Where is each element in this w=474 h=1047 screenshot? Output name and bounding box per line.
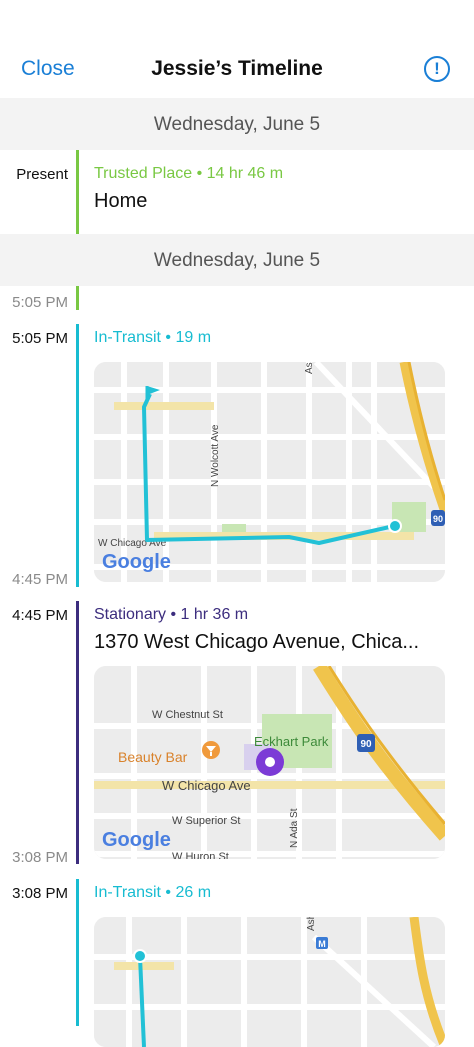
entry-place[interactable]: 1370 West Chicago Avenue, Chica...: [94, 631, 419, 654]
street-label: W Chestnut St: [152, 709, 223, 721]
entry-time-start: 5:05 PM: [12, 330, 68, 347]
metro-icon: M: [316, 937, 328, 949]
route-map[interactable]: 90 W Chicago Ave N Wolcott Ave Ash Googl…: [94, 362, 445, 582]
entry-type-label: Trusted Place • 14 hr 46 m: [94, 165, 284, 182]
location-pin-icon: [256, 748, 284, 776]
header: Close Jessie’s Timeline !: [0, 40, 474, 98]
google-logo: Google: [102, 551, 171, 573]
entry-time-end: 4:45 PM: [12, 571, 68, 588]
street-label: Ash: [304, 362, 315, 374]
timeline-bar-transit: [76, 879, 79, 1026]
date-header-label: Wednesday, June 5: [153, 250, 321, 271]
poi-label: Beauty Bar: [118, 749, 188, 765]
route-map[interactable]: Ash M: [94, 917, 445, 1047]
street-label: N Wolcott Ave: [210, 424, 221, 487]
street-label: W Huron St: [172, 851, 229, 859]
street-label: W Chicago Ave: [162, 778, 251, 793]
svg-text:M: M: [318, 939, 326, 949]
google-logo: Google: [102, 829, 171, 851]
entry-type-label: Stationary • 1 hr 36 m: [94, 606, 249, 623]
date-header: Wednesday, June 5: [0, 234, 474, 286]
location-map[interactable]: 90 W Chestnut St W Chicago Ave W Superio…: [94, 666, 445, 859]
entry-time-end: 5:05 PM: [12, 294, 68, 311]
route-end-point: [388, 519, 402, 533]
highway-shield-icon: 90: [357, 734, 375, 752]
entry-time-start: 4:45 PM: [12, 607, 68, 624]
entry-time-start: Present: [16, 166, 68, 183]
entry-place[interactable]: Home: [94, 190, 147, 213]
street-label: N Ada St: [289, 808, 300, 848]
park-label: Eckhart Park: [254, 734, 329, 749]
svg-text:90: 90: [433, 514, 443, 524]
timeline-bar-trusted: [76, 150, 79, 310]
entry-type-label: In-Transit • 19 m: [94, 329, 212, 346]
date-header-label: Wednesday, June 5: [153, 114, 321, 135]
page-title: Jessie’s Timeline: [151, 57, 323, 80]
cocktail-icon: [202, 741, 220, 759]
timeline-bar-transit: [76, 324, 79, 587]
street-label: Ash: [306, 917, 317, 931]
highway-shield-icon: 90: [431, 510, 445, 526]
timeline-bar-stationary: [76, 601, 79, 864]
info-icon[interactable]: !: [424, 56, 450, 82]
entry-type-label: In-Transit • 26 m: [94, 884, 212, 901]
info-glyph: !: [434, 59, 440, 78]
date-header: Wednesday, June 5: [0, 98, 474, 150]
svg-text:90: 90: [360, 739, 372, 750]
route-start-point: [133, 949, 147, 963]
entry-time-end: 3:08 PM: [12, 849, 68, 866]
entry-time-start: 3:08 PM: [12, 885, 68, 902]
street-label: W Superior St: [172, 815, 240, 827]
